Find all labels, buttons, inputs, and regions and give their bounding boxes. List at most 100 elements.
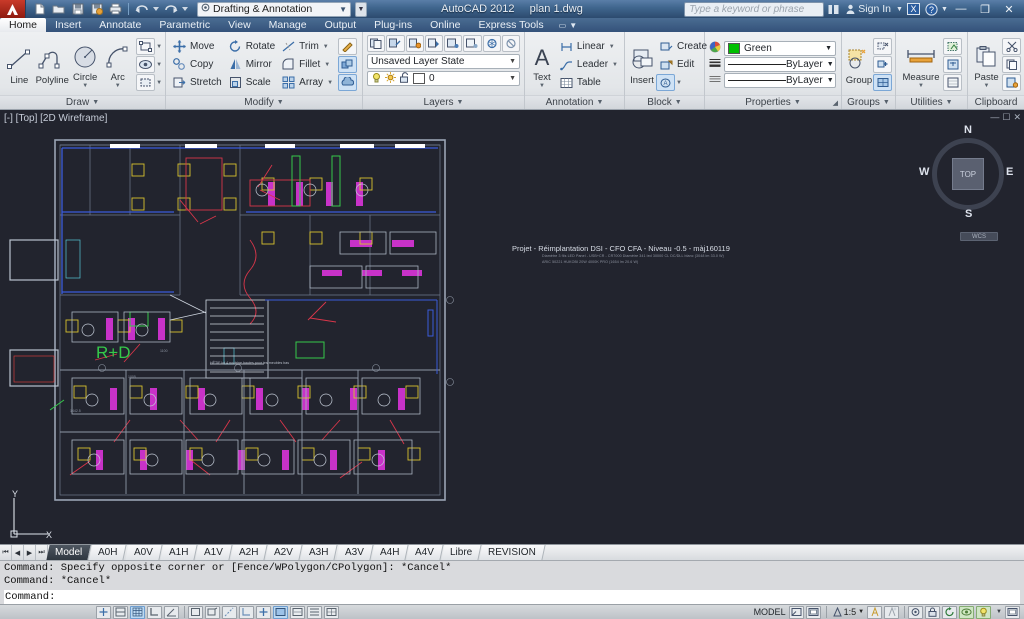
chevron-down-icon[interactable]: ▼: [339, 5, 347, 14]
chevron-down-icon[interactable]: ▼: [277, 99, 284, 106]
panel-properties-title[interactable]: Properties ▼ ◢: [705, 95, 841, 109]
help-icon[interactable]: ?: [922, 1, 940, 17]
layer-freeze-icon[interactable]: [482, 35, 501, 52]
osnap-infer-icon[interactable]: [96, 605, 111, 619]
floor-plan-drawing[interactable]: R+D 1442.510051100 HÊTIF lot 4 noctrine …: [0, 110, 1024, 544]
snap-mode-icon[interactable]: [113, 605, 128, 619]
chevron-down-icon[interactable]: ▼: [827, 77, 834, 84]
tab-manage[interactable]: Manage: [260, 18, 316, 32]
view-cube-east[interactable]: E: [1006, 166, 1013, 178]
draw-circle-button[interactable]: Circle ▼: [69, 40, 102, 89]
quick-properties-icon[interactable]: [307, 605, 322, 619]
plot-icon[interactable]: [107, 2, 124, 17]
block-attribute-icon[interactable]: A: [656, 74, 675, 91]
layout-tab-a4v[interactable]: A4V: [406, 545, 444, 560]
lineweight-combo[interactable]: ByLayer ▼: [724, 73, 836, 88]
chevron-down-icon[interactable]: ▼: [827, 61, 834, 68]
chevron-down-icon[interactable]: ▼: [92, 99, 99, 106]
annotation-leader-button[interactable]: Leader ▼: [556, 56, 621, 73]
hardware-accel-icon[interactable]: [942, 605, 958, 619]
save-as-icon[interactable]: [88, 2, 105, 17]
modify-scale-button[interactable]: Scale: [225, 74, 278, 91]
search-input[interactable]: Type a keyword or phrase: [684, 1, 825, 17]
chevron-down-icon[interactable]: ▼: [858, 609, 864, 615]
layout-first-button[interactable]: ⏮: [0, 545, 12, 560]
quick-select-icon[interactable]: [943, 38, 962, 55]
selection-cycling-icon[interactable]: [324, 605, 339, 619]
layer-unlock-icon[interactable]: [399, 71, 410, 86]
workspace-more-button[interactable]: ▼: [355, 1, 367, 17]
panel-modify-title[interactable]: Modify ▼: [166, 95, 362, 109]
layer-thaw-sun-icon[interactable]: [385, 71, 396, 86]
infocenter-icon[interactable]: [824, 1, 842, 17]
circle-dropdown-icon[interactable]: ▼: [82, 83, 88, 89]
status-bulb-icon[interactable]: [976, 605, 992, 619]
annotation-visibility-icon[interactable]: [867, 605, 883, 619]
panel-block-title[interactable]: Block ▼: [625, 95, 704, 109]
tab-plugins[interactable]: Plug-ins: [365, 18, 421, 32]
chevron-down-icon[interactable]: ▼: [509, 75, 516, 82]
copy-clip-icon[interactable]: [1002, 56, 1021, 73]
view-cube-ucs-selector[interactable]: WCS: [960, 232, 998, 241]
layer-unisolate-icon[interactable]: [463, 35, 482, 52]
panel-annotation-title[interactable]: Annotation ▼: [525, 95, 624, 109]
layout-tab-a1v[interactable]: A1V: [195, 545, 233, 560]
tab-express-tools[interactable]: Express Tools: [469, 18, 552, 32]
dynamic-input-icon[interactable]: [256, 605, 271, 619]
view-cube-face[interactable]: TOP: [952, 158, 984, 190]
3d-object-snap-icon[interactable]: [205, 605, 220, 619]
draw-polyline-button[interactable]: Polyline: [36, 43, 69, 86]
chevron-down-icon[interactable]: ▼: [509, 58, 516, 65]
save-icon[interactable]: [69, 2, 86, 17]
chevron-down-icon[interactable]: ▼: [794, 99, 801, 106]
paste-special-icon[interactable]: [1002, 74, 1021, 91]
paper-space-icon[interactable]: [805, 605, 821, 619]
paste-dropdown-icon[interactable]: ▼: [984, 83, 990, 89]
modify-stretch-button[interactable]: Stretch: [169, 74, 225, 91]
tab-output[interactable]: Output: [316, 18, 366, 32]
layout-tab-libre[interactable]: Libre: [441, 545, 482, 560]
command-line[interactable]: Command: Specify opposite corner or [Fen…: [0, 560, 1024, 605]
modify-mirror-button[interactable]: Mirror: [225, 56, 278, 73]
layout-prev-button[interactable]: ◀: [12, 545, 24, 560]
chevron-down-icon[interactable]: ▼: [596, 99, 603, 106]
layer-properties-icon[interactable]: [367, 35, 386, 52]
layer-off-icon[interactable]: [501, 35, 520, 52]
layout-tab-a3h[interactable]: A3H: [300, 545, 339, 560]
layer-on-bulb-icon[interactable]: [371, 72, 382, 86]
auto-scale-icon[interactable]: [884, 605, 900, 619]
layer-previous-icon[interactable]: [424, 35, 443, 52]
point-style-icon[interactable]: [943, 74, 962, 91]
quick-calc-icon[interactable]: [943, 56, 962, 73]
object-color-combo[interactable]: Green ▼: [724, 41, 836, 56]
panel-groups-title[interactable]: Groups ▼: [842, 95, 895, 109]
region-icon[interactable]: [136, 74, 156, 91]
maximize-button[interactable]: ❐: [973, 1, 997, 17]
array-dropdown-icon[interactable]: ▼: [327, 80, 333, 86]
chevron-down-icon[interactable]: ▼: [825, 45, 832, 52]
view-cube[interactable]: TOP N S W E: [918, 124, 1018, 229]
block-edit-button[interactable]: Edit: [656, 56, 710, 73]
layout-tab-a2v[interactable]: A2V: [265, 545, 303, 560]
text-dropdown-icon[interactable]: ▼: [539, 83, 545, 89]
tab-view[interactable]: View: [219, 18, 260, 32]
leader-dropdown-icon[interactable]: ▼: [612, 62, 618, 68]
ungroup-icon[interactable]: [873, 38, 892, 55]
layout-tab-a2h[interactable]: A2H: [230, 545, 269, 560]
block-attribute-dropdown-icon[interactable]: ▼: [676, 80, 682, 86]
workspace-switcher[interactable]: Drafting & Annotation ▼: [197, 1, 351, 17]
panel-draw-title[interactable]: Draw ▼: [0, 95, 165, 109]
sign-in-dropdown-icon[interactable]: ▼: [895, 1, 904, 17]
annotation-table-button[interactable]: Table: [556, 74, 621, 91]
redo-icon[interactable]: [162, 2, 179, 17]
redo-dropdown-icon[interactable]: [181, 2, 189, 17]
isolate-objects-icon[interactable]: [959, 605, 975, 619]
polar-tracking-icon[interactable]: [164, 605, 179, 619]
space-mode-label[interactable]: MODEL: [754, 607, 786, 617]
layout-next-button[interactable]: ▶: [24, 545, 36, 560]
hatch-icon[interactable]: [136, 56, 156, 73]
rectangle-dropdown-icon[interactable]: ▼: [156, 44, 162, 50]
layout-tab-a0v[interactable]: A0V: [125, 545, 163, 560]
ortho-mode-icon[interactable]: [147, 605, 162, 619]
new-file-icon[interactable]: [31, 2, 48, 17]
